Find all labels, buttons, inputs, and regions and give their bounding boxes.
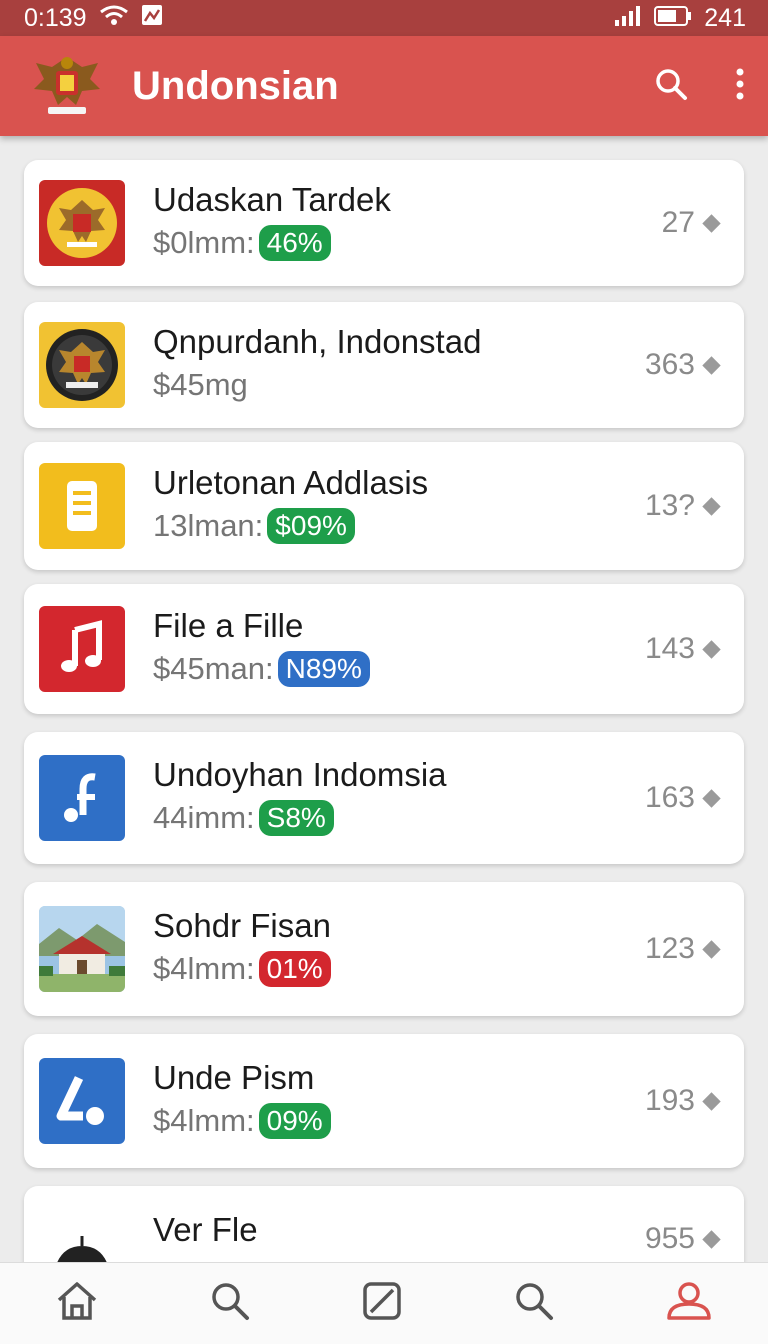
music-note-icon [39, 606, 125, 692]
home-icon [55, 1282, 99, 1326]
list-item[interactable]: Udaskan Tardek $0lmm: 46% 27 [24, 160, 744, 286]
diamond-icon [702, 639, 721, 659]
list-item[interactable]: File a Fille $45man: N89% 143 [24, 584, 744, 714]
nav-search-button[interactable] [209, 1280, 251, 1327]
profile-icon [665, 1282, 713, 1326]
diamond-icon [702, 1091, 721, 1111]
percent-badge: S8% [258, 800, 334, 836]
item-subtitle: $45man: [153, 651, 274, 686]
nav-home-button[interactable] [55, 1280, 99, 1327]
percent-badge: $09% [267, 508, 355, 544]
item-title: Ver Fle [153, 1211, 258, 1248]
battery-icon [654, 4, 692, 33]
drive-icon [39, 1058, 125, 1144]
item-subtitle: $4lmm: [153, 951, 255, 986]
app-title: Undonsian [132, 63, 339, 108]
item-count: 143 [644, 632, 695, 665]
diamond-icon [702, 496, 721, 516]
list-item[interactable]: Unde Pism $4lmm: 09% 193 [24, 1034, 744, 1168]
notification-icon [141, 4, 163, 33]
item-title: Udaskan Tardek [153, 181, 391, 218]
search-icon [654, 67, 688, 106]
item-subtitle: 44imm: [153, 800, 255, 835]
percent-badge: 46% [258, 225, 331, 261]
item-count: 363 [644, 348, 695, 381]
search-button[interactable] [654, 67, 688, 106]
emblem-icon [39, 180, 125, 266]
more-vertical-icon [736, 68, 744, 105]
list-item[interactable]: Qnpurdanh, Indonstad $45mg 363 [24, 302, 744, 428]
nav-explore-button[interactable] [513, 1280, 555, 1327]
item-subtitle: $4lmm: [153, 1103, 255, 1138]
bottom-navigation [0, 1262, 768, 1344]
diamond-icon [702, 788, 721, 808]
item-count: 193 [644, 1084, 695, 1117]
garuda-emblem-icon [30, 49, 104, 124]
item-subtitle: $45mg [153, 367, 248, 402]
nav-edit-button[interactable] [361, 1280, 403, 1327]
diamond-icon [702, 213, 721, 233]
item-title: Qnpurdanh, Indonstad [153, 323, 482, 360]
wifi-icon [99, 4, 129, 33]
signal-icon [614, 4, 642, 33]
search-icon [513, 1283, 555, 1326]
edit-icon [361, 1282, 403, 1326]
status-bar: 0:139 241 [0, 0, 768, 36]
item-title: Sohdr Fisan [153, 907, 331, 944]
list-item[interactable]: Undoyhan Indomsia 44imm: S8% 163 [24, 732, 744, 864]
item-count: 123 [644, 932, 695, 965]
item-list[interactable]: Udaskan Tardek $0lmm: 46% 27 Qnpurdanh, … [0, 136, 768, 1262]
item-subtitle: 13lman: [153, 508, 264, 543]
battery-level: 241 [704, 3, 746, 32]
item-count: 13? [644, 489, 695, 522]
list-item[interactable]: Ver Fle 955 [24, 1186, 744, 1262]
percent-badge: 09% [258, 1103, 331, 1139]
diamond-icon [702, 939, 721, 959]
item-title: Urletonan Addlasis [153, 464, 429, 501]
item-title: File a Fille [153, 607, 304, 644]
percent-badge: N89% [277, 651, 370, 687]
app-bar: Undonsian [0, 36, 768, 136]
item-count: 163 [644, 781, 695, 814]
percent-badge: 01% [258, 951, 331, 987]
list-item[interactable]: Sohdr Fisan $4lmm: 01% 123 [24, 882, 744, 1016]
item-title: Unde Pism [153, 1059, 315, 1096]
music-app-icon [39, 755, 125, 841]
item-count: 955 [644, 1222, 695, 1255]
emblem-icon [39, 322, 125, 408]
diamond-icon [702, 1229, 721, 1249]
list-item[interactable]: Urletonan Addlasis 13lman: $09% 13? [24, 442, 744, 570]
item-count: 27 [661, 206, 695, 239]
diamond-icon [702, 355, 721, 375]
house-photo-icon [39, 906, 125, 992]
nav-profile-button[interactable] [665, 1280, 713, 1327]
document-icon [39, 463, 125, 549]
item-subtitle: $0lmm: [153, 225, 255, 260]
item-title: Undoyhan Indomsia [153, 756, 447, 793]
clock: 0:139 [24, 3, 87, 32]
overflow-menu-button[interactable] [736, 68, 744, 105]
search-icon [209, 1283, 251, 1326]
dome-icon [39, 1208, 125, 1262]
